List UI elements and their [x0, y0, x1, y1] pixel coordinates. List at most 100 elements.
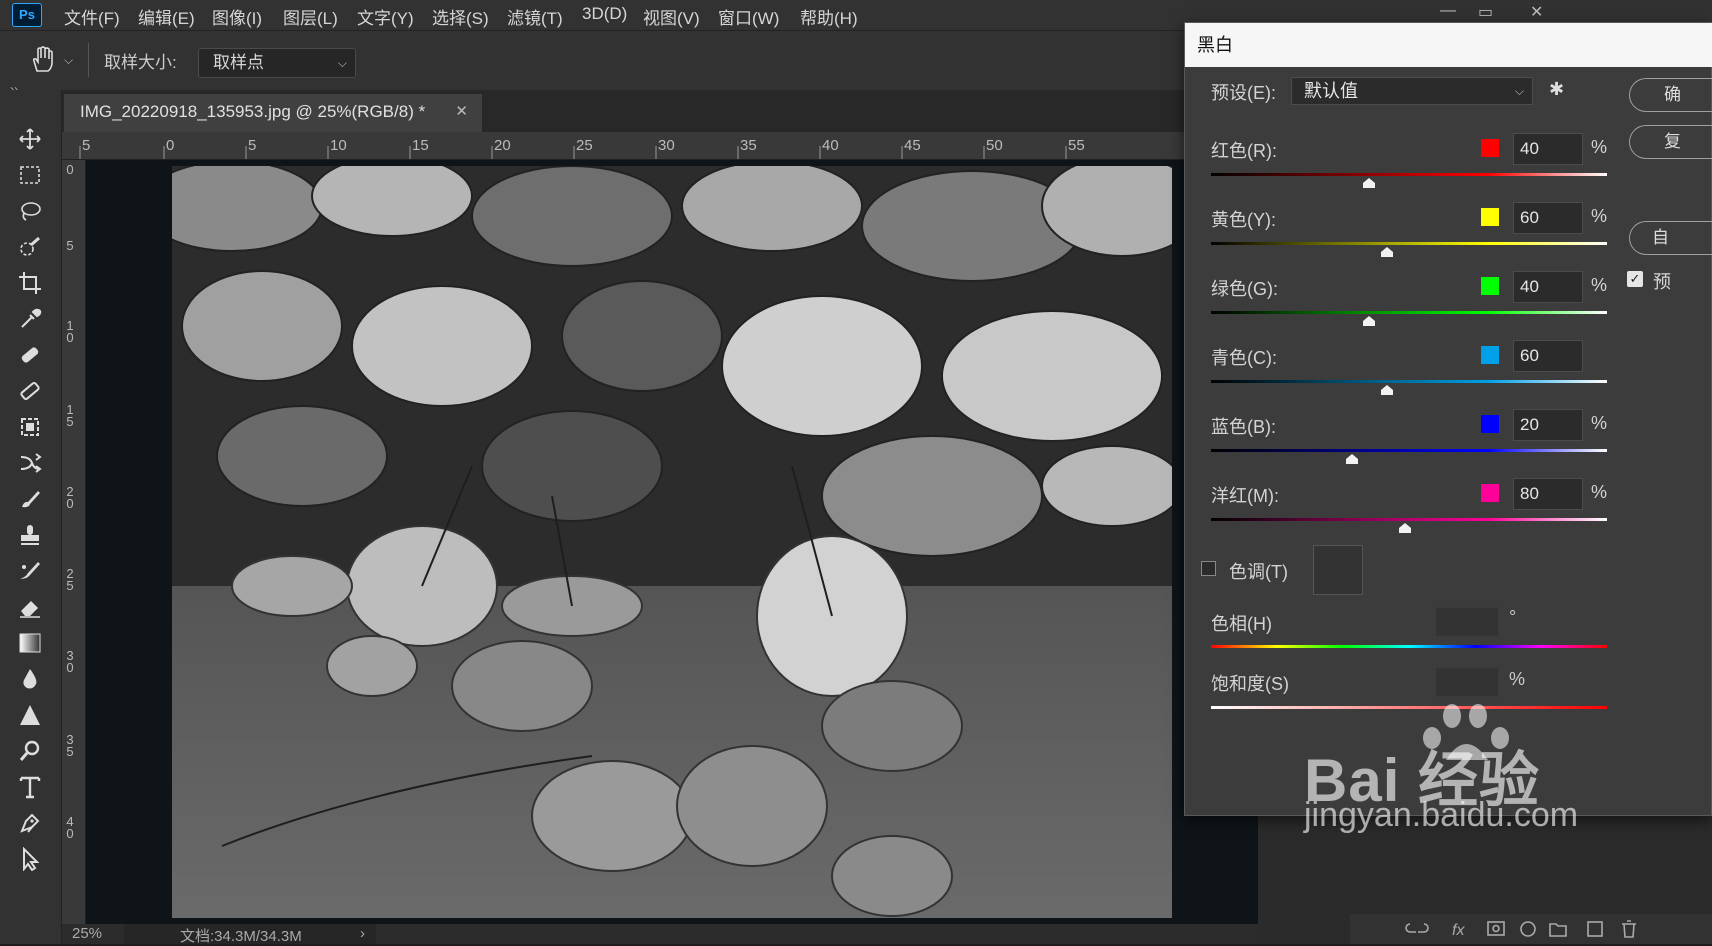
menu-edit[interactable]: 编辑(E) — [138, 4, 195, 29]
slider-thumb[interactable] — [1380, 246, 1394, 258]
path-tool-icon[interactable] — [14, 808, 46, 838]
cancel-button[interactable]: 复 — [1629, 125, 1712, 159]
close-window-button[interactable]: ✕ — [1530, 2, 1543, 22]
gradient-tool-icon[interactable] — [14, 628, 46, 658]
slider-thumb[interactable] — [1398, 522, 1412, 534]
slider-thumb[interactable] — [1362, 315, 1376, 327]
ruler-tick: 0 — [166, 137, 175, 154]
eraser-brush-icon[interactable] — [14, 484, 46, 514]
eraser-tool-icon[interactable] — [14, 592, 46, 622]
ok-button-label: 确 — [1664, 85, 1681, 104]
minimize-button[interactable]: — — [1440, 2, 1456, 20]
hand-tool-icon[interactable] — [30, 45, 56, 73]
menu-image[interactable]: 图像(I) — [212, 4, 262, 29]
channel-slider-track[interactable] — [1211, 380, 1607, 383]
ruler-tick: 5 — [248, 137, 257, 154]
channel-slider-track[interactable] — [1211, 449, 1607, 452]
channel-value-input[interactable]: 20 — [1513, 409, 1583, 441]
channel-slider-track[interactable] — [1211, 173, 1607, 176]
history-brush-tool-icon[interactable] — [14, 448, 46, 478]
menu-type[interactable]: 文字(Y) — [357, 4, 414, 29]
channel-color-swatch — [1481, 415, 1499, 433]
hue-slider-track — [1211, 645, 1607, 648]
ruler-tick: 35 — [740, 137, 757, 154]
channel-label: 红色(R): — [1211, 141, 1277, 161]
percent-sign: % — [1591, 482, 1608, 502]
type-tool-icon[interactable] — [14, 772, 46, 802]
clone-stamp-tool-icon[interactable] — [14, 412, 46, 442]
channel-slider-track[interactable] — [1211, 311, 1607, 314]
blur-tool-icon[interactable] — [14, 664, 46, 694]
baidu-watermark: Bai 经验 jingyan.baidu.com — [1304, 704, 1630, 910]
quick-selection-tool-icon[interactable] — [14, 232, 46, 262]
slider-thumb[interactable] — [1380, 384, 1394, 396]
channel-slider-track[interactable] — [1211, 518, 1607, 521]
ruler-tick: 55 — [1068, 137, 1085, 154]
ruler-tick: 10 — [66, 318, 74, 345]
tint-color-swatch[interactable] — [1313, 545, 1363, 595]
svg-text:fx: fx — [1452, 922, 1465, 939]
eyedropper-tool-icon[interactable] — [14, 304, 46, 334]
separator — [88, 43, 89, 77]
maximize-button[interactable]: ▭ — [1478, 2, 1493, 22]
menu-layer[interactable]: 图层(L) — [283, 4, 338, 29]
channel-label: 洋红(M): — [1211, 486, 1279, 506]
preset-label: 预设(E): — [1211, 83, 1276, 103]
marquee-tool-icon[interactable] — [14, 160, 46, 190]
brush-tool-icon[interactable] — [14, 376, 46, 406]
lasso-tool-icon[interactable] — [14, 196, 46, 226]
auto-button-label: 自 — [1652, 228, 1669, 247]
ruler-tick: 50 — [986, 137, 1003, 154]
chevron-down-icon: ⌵ — [337, 56, 347, 70]
black-white-dialog: 黑白 预设(E): 默认值 ⌵ ✱ 红色(R): 40 % 黄色(Y): 60 … — [1184, 22, 1712, 816]
art-history-brush-icon[interactable] — [14, 556, 46, 586]
slider-thumb[interactable] — [1362, 177, 1376, 189]
menu-window[interactable]: 窗口(W) — [718, 4, 779, 29]
layers-footer-icons[interactable]: fx — [1350, 914, 1712, 944]
grayscale-lotus-photo[interactable] — [172, 166, 1172, 918]
menu-view[interactable]: 视图(V) — [643, 4, 700, 29]
preview-checkbox[interactable]: ✓ — [1627, 271, 1643, 287]
auto-button[interactable]: 自 — [1629, 221, 1712, 255]
dodge-tool-icon[interactable] — [14, 700, 46, 730]
channel-value-input[interactable]: 80 — [1513, 478, 1583, 510]
percent-sign: % — [1591, 137, 1608, 157]
preset-select[interactable]: 默认值 ⌵ — [1291, 77, 1533, 105]
tint-label: 色调(T) — [1229, 562, 1288, 582]
channel-color-swatch — [1481, 139, 1499, 157]
ruler-tick: 30 — [658, 137, 675, 154]
channel-slider-track[interactable] — [1211, 242, 1607, 245]
crop-tool-icon[interactable] — [14, 268, 46, 298]
channel-value-input[interactable]: 60 — [1513, 340, 1583, 372]
menu-help[interactable]: 帮助(H) — [800, 4, 858, 29]
channel-value-input[interactable]: 40 — [1513, 271, 1583, 303]
sample-size-select[interactable]: 取样点 ⌵ — [198, 48, 356, 78]
tint-checkbox[interactable] — [1201, 561, 1216, 576]
stamp-tool-icon[interactable] — [14, 520, 46, 550]
menu-3d[interactable]: 3D(D) — [582, 4, 627, 24]
status-menu-arrow[interactable]: › — [360, 925, 365, 942]
menu-filter[interactable]: 滤镜(T) — [507, 4, 563, 29]
channel-value-input[interactable]: 60 — [1513, 202, 1583, 234]
slider-thumb[interactable] — [1345, 453, 1359, 465]
channel-color-swatch — [1481, 208, 1499, 226]
move-tool-icon[interactable] — [14, 124, 46, 154]
healing-brush-tool-icon[interactable] — [14, 340, 46, 370]
pen-tool-icon[interactable] — [14, 736, 46, 766]
path-selection-tool-icon[interactable] — [14, 844, 46, 874]
watermark-url: jingyan.baidu.com — [1304, 796, 1579, 834]
document-tab[interactable]: IMG_20220918_135953.jpg @ 25%(RGB/8) * ✕ — [64, 94, 482, 132]
ruler-tick: 0 — [66, 162, 74, 177]
tool-preset-dropdown-icon[interactable]: ⌵ — [64, 53, 73, 68]
zoom-level[interactable]: 25% — [72, 925, 102, 942]
menu-file[interactable]: 文件(F) — [64, 4, 120, 29]
channel-label: 黄色(Y): — [1211, 210, 1276, 230]
gear-icon[interactable]: ✱ — [1549, 79, 1564, 100]
document-tab-title: IMG_20220918_135953.jpg @ 25%(RGB/8) * — [80, 102, 426, 121]
channel-value-input[interactable]: 40 — [1513, 133, 1583, 165]
menu-select[interactable]: 选择(S) — [432, 4, 489, 29]
ruler-top: 5 0 5 10 15 20 25 30 35 40 45 50 55 — [62, 132, 1258, 160]
close-tab-icon[interactable]: ✕ — [455, 94, 468, 130]
doc-info-box[interactable]: 文档:34.3M/34.3M › — [124, 924, 376, 945]
ok-button[interactable]: 确 — [1629, 78, 1712, 112]
